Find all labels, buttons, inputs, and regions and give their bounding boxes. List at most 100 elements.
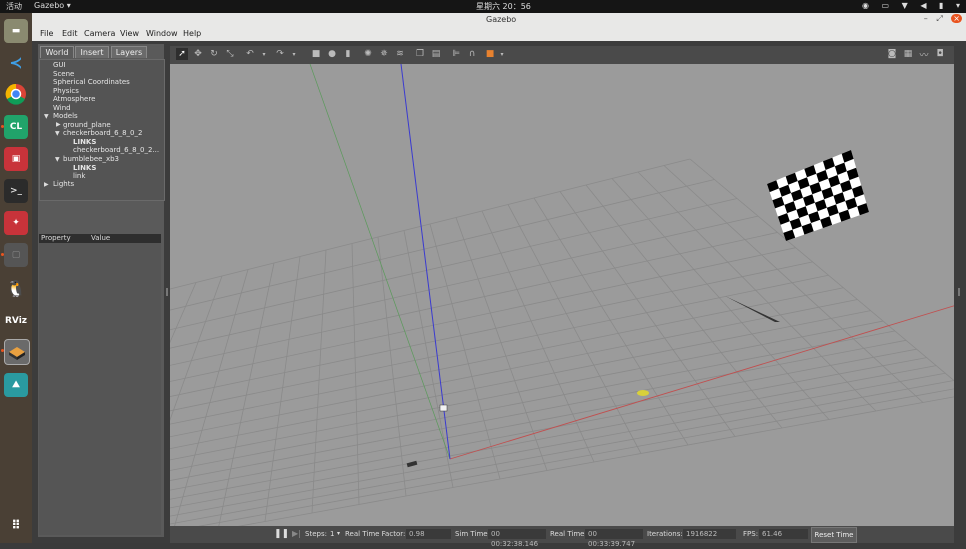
- grid-line: [403, 230, 454, 488]
- pause-icon[interactable]: ❚❚: [274, 529, 289, 539]
- minimize-icon[interactable]: –: [924, 14, 928, 23]
- app-icon[interactable]: ▣: [4, 147, 28, 171]
- copy-icon[interactable]: ❐: [414, 48, 426, 60]
- steps-spinbox[interactable]: 1: [330, 530, 334, 538]
- paste-icon[interactable]: ▤: [430, 48, 442, 60]
- volume-icon[interactable]: ◀: [920, 1, 926, 10]
- plot-icon[interactable]: 〰: [918, 48, 930, 61]
- spot-light-icon[interactable]: ✵: [378, 48, 390, 60]
- change-view-icon[interactable]: ■: [484, 48, 496, 60]
- collapse-arrow-icon[interactable]: ▶: [56, 121, 61, 128]
- directional-light-icon[interactable]: ≋: [394, 48, 406, 60]
- tree-item-link[interactable]: link: [73, 172, 85, 180]
- redo-icon[interactable]: ↷: [274, 48, 286, 60]
- tab-world[interactable]: World: [40, 46, 74, 58]
- align-icon[interactable]: ⊫: [450, 48, 462, 60]
- menu-window[interactable]: Window: [146, 29, 178, 38]
- tree-item-spherical-coordinates[interactable]: Spherical Coordinates: [53, 78, 130, 86]
- log-icon[interactable]: ▦: [902, 48, 914, 60]
- rviz-label: RViz: [4, 316, 28, 326]
- snap-icon[interactable]: ∩: [466, 48, 478, 60]
- scale-mode-icon[interactable]: ⤡: [224, 48, 236, 60]
- steps-down-icon[interactable]: ▾: [337, 530, 340, 537]
- panel-splitter-handle[interactable]: [166, 288, 168, 296]
- image-viewer-icon[interactable]: ⛰: [4, 373, 28, 397]
- wifi-icon[interactable]: ▼: [902, 1, 908, 10]
- files-icon[interactable]: ▬: [4, 19, 28, 43]
- app2-icon[interactable]: ✦: [4, 211, 28, 235]
- app-menu-button[interactable]: Gazebo ▾: [34, 1, 71, 10]
- menu-edit[interactable]: Edit: [62, 29, 78, 38]
- fps-value: 61.46: [759, 529, 808, 539]
- tree-item-models[interactable]: Models: [53, 112, 78, 120]
- app3-icon[interactable]: ▢: [4, 243, 28, 267]
- power-menu-icon[interactable]: ▾: [956, 1, 960, 10]
- activities-button[interactable]: 活动: [6, 1, 22, 12]
- redo-dropdown-icon[interactable]: ▾: [288, 48, 300, 60]
- expand-arrow-icon[interactable]: ▼: [55, 156, 60, 163]
- terminal-icon[interactable]: >_: [4, 179, 28, 203]
- grid-line: [264, 256, 301, 522]
- system-tray[interactable]: ◉ ▭ ▼ ◀ ▮ ▾: [852, 1, 960, 10]
- gazebo-icon[interactable]: [4, 339, 30, 365]
- z-axis: [400, 64, 451, 460]
- box-shape-icon[interactable]: ■: [310, 48, 322, 60]
- undo-dropdown-icon[interactable]: ▾: [258, 48, 270, 60]
- translate-mode-icon[interactable]: ✥: [192, 48, 204, 60]
- clion-icon[interactable]: CL: [4, 115, 28, 139]
- undo-icon[interactable]: ↶: [244, 48, 256, 60]
- value-column-header[interactable]: Value: [91, 234, 110, 242]
- running-indicator: [1, 349, 4, 352]
- menu-view[interactable]: View: [120, 29, 139, 38]
- vscode-icon[interactable]: ≺: [4, 51, 28, 75]
- tab-insert[interactable]: Insert: [75, 46, 109, 58]
- video-record-icon[interactable]: ◘: [934, 48, 946, 60]
- select-mode-icon[interactable]: ➚: [176, 48, 188, 60]
- keyboard-icon[interactable]: ▭: [882, 1, 890, 10]
- tree-item-atmosphere[interactable]: Atmosphere: [53, 95, 95, 103]
- point-light-icon[interactable]: ✺: [362, 48, 374, 60]
- chrome-tray-icon[interactable]: ◉: [862, 1, 869, 10]
- maximize-icon[interactable]: ⤢: [936, 14, 942, 23]
- apps-grid-icon[interactable]: ⠿: [4, 513, 28, 537]
- step-icon[interactable]: ▶|: [292, 529, 301, 538]
- rviz-icon[interactable]: RViz: [4, 309, 28, 333]
- iterations-label: Iterations:: [647, 530, 683, 538]
- expand-arrow-icon[interactable]: ▼: [55, 130, 60, 137]
- grid-line: [198, 388, 954, 526]
- fps-label: FPS:: [743, 530, 759, 538]
- tree-item-lights[interactable]: Lights: [53, 180, 74, 188]
- tree-item-checkerboard[interactable]: checkerboard_6_8_0_2: [63, 129, 142, 137]
- tree-item-physics[interactable]: Physics: [53, 87, 79, 95]
- tree-item-wind[interactable]: Wind: [53, 104, 71, 112]
- grid-line: [218, 262, 275, 526]
- qq-icon[interactable]: 🐧: [4, 277, 28, 301]
- menu-help[interactable]: Help: [183, 29, 201, 38]
- view-dropdown-icon[interactable]: ▾: [496, 48, 508, 60]
- scene-canvas[interactable]: [170, 64, 954, 526]
- tree-item-gui[interactable]: GUI: [53, 61, 66, 69]
- tree-item-checkerboard-link[interactable]: checkerboard_6_8_0_2...: [73, 146, 159, 154]
- reset-time-button[interactable]: Reset Time: [811, 527, 857, 543]
- panel-splitter-handle[interactable]: [958, 288, 960, 296]
- cylinder-shape-icon[interactable]: ▮: [342, 48, 354, 60]
- close-icon[interactable]: ×: [951, 14, 962, 23]
- expand-arrow-icon[interactable]: ▼: [44, 113, 49, 120]
- scene-viewport[interactable]: [170, 64, 954, 526]
- tree-item-scene[interactable]: Scene: [53, 70, 74, 78]
- tree-item-ground-plane[interactable]: ground_plane: [63, 121, 111, 129]
- property-column-header[interactable]: Property: [41, 234, 71, 242]
- tab-layers[interactable]: Layers: [111, 46, 147, 58]
- clock[interactable]: 星期六 20：56: [476, 1, 531, 12]
- battery-icon[interactable]: ▮: [939, 1, 943, 10]
- collapse-arrow-icon[interactable]: ▶: [44, 181, 49, 188]
- x-axis: [449, 305, 954, 460]
- menu-file[interactable]: File: [40, 29, 53, 38]
- rotate-mode-icon[interactable]: ↻: [208, 48, 220, 60]
- chrome-icon[interactable]: [4, 83, 28, 107]
- menu-camera[interactable]: Camera: [84, 29, 115, 38]
- screenshot-icon[interactable]: ◙: [886, 48, 898, 60]
- tree-item-bumblebee[interactable]: bumblebee_xb3: [63, 155, 119, 163]
- sphere-shape-icon[interactable]: ●: [326, 48, 338, 60]
- window-titlebar[interactable]: Gazebo – ⤢ ×: [32, 13, 966, 27]
